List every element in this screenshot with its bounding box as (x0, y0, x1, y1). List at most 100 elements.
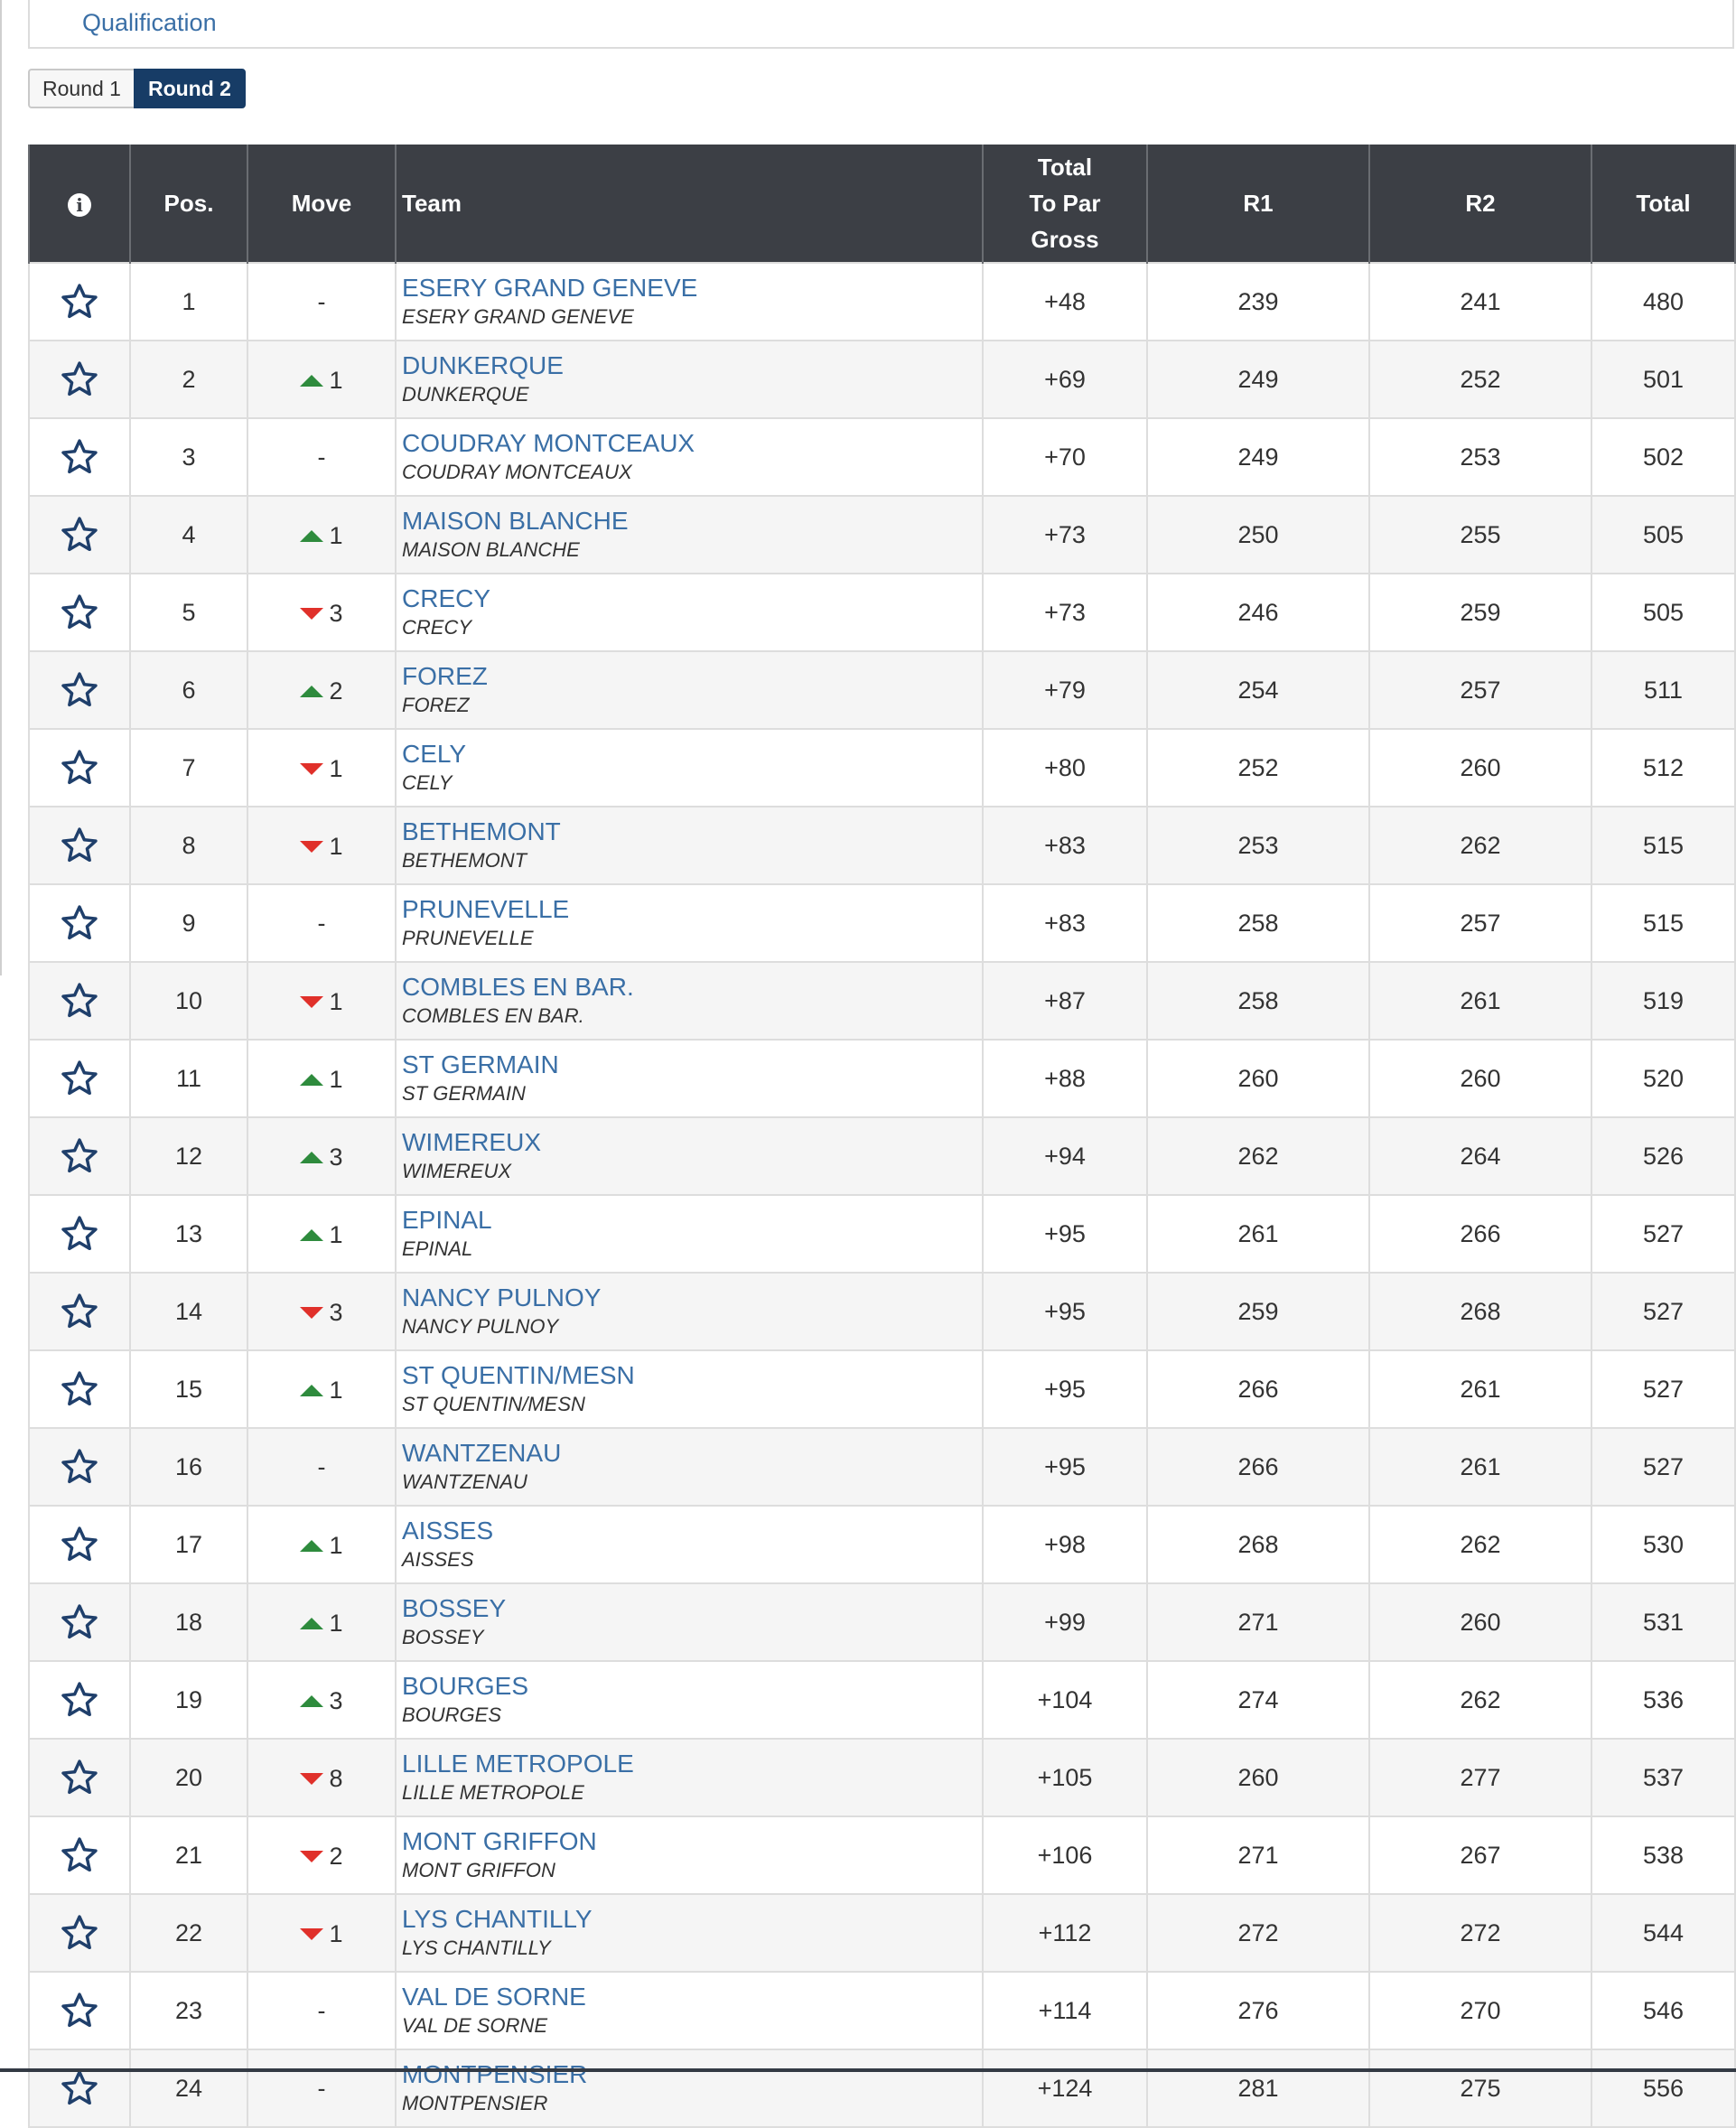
star-icon[interactable] (30, 748, 129, 788)
header-pos[interactable]: Pos. (129, 145, 248, 263)
table-row[interactable]: 16- WANTZENAU WANTZENAU +95 266 261 527 (28, 1427, 1736, 1507)
star-icon[interactable] (30, 1913, 129, 1953)
team-name-link[interactable]: COUDRAY MONTCEAUX (402, 427, 982, 460)
team-name-link[interactable]: WANTZENAU (402, 1437, 982, 1470)
team-name-link[interactable]: PRUNEVELLE (402, 893, 982, 926)
star-icon[interactable] (30, 1447, 129, 1487)
star-icon[interactable] (30, 1835, 129, 1875)
move-value: - (317, 1452, 326, 1480)
star-icon[interactable] (30, 1758, 129, 1797)
total-cell: 527 (1591, 1194, 1736, 1274)
table-row[interactable]: 4 1 MAISON BLANCHE MAISON BLANCHE +73 250 255 5… (28, 495, 1736, 574)
star-icon[interactable] (30, 981, 129, 1021)
star-icon[interactable] (30, 826, 129, 865)
team-name-link[interactable]: MONTPENSIER (402, 2058, 982, 2091)
qualification-link[interactable]: Qualification (82, 9, 217, 37)
star-icon[interactable] (30, 903, 129, 943)
team-name-link[interactable]: BOURGES (402, 1670, 982, 1703)
team-name-link[interactable]: MONT GRIFFON (402, 1825, 982, 1858)
team-name-link[interactable]: CRECY (402, 583, 982, 615)
team-name-link[interactable]: AISSES (402, 1515, 982, 1547)
star-icon[interactable] (30, 437, 129, 477)
table-row[interactable]: 3- COUDRAY MONTCEAUX COUDRAY MONTCEAUX +70 2… (28, 417, 1736, 497)
header-total[interactable]: Total (1591, 145, 1736, 263)
favorite-cell (28, 1427, 131, 1507)
table-row[interactable]: 11 1 ST GERMAIN ST GERMAIN +88 260 260 520 (28, 1039, 1736, 1118)
team-cell: AISSES AISSES (395, 1505, 984, 1584)
r1-cell: 260 (1146, 1039, 1370, 1118)
tab-round-1[interactable]: Round 1 (28, 69, 134, 108)
team-name-link[interactable]: NANCY PULNOY (402, 1282, 982, 1314)
info-header[interactable]: i (28, 145, 131, 263)
table-row[interactable]: 8 1 BETHEMONT BETHEMONT +83 253 262 515 (28, 806, 1736, 885)
team-name-link[interactable]: LILLE METROPOLE (402, 1748, 982, 1780)
team-cell: NANCY PULNOY NANCY PULNOY (395, 1272, 984, 1351)
star-icon[interactable] (30, 1991, 129, 2030)
team-name-link[interactable]: DUNKERQUE (402, 350, 982, 382)
header-team[interactable]: Team (395, 145, 984, 263)
table-row[interactable]: 1- ESERY GRAND GENEVE ESERY GRAND GENEVE +4… (28, 262, 1736, 341)
move-value: 3 (329, 1298, 343, 1326)
star-icon[interactable] (30, 515, 129, 555)
table-row[interactable]: 6 2 FOREZ FOREZ +79 254 257 511 (28, 650, 1736, 730)
team-name-link[interactable]: BETHEMONT (402, 816, 982, 848)
star-icon[interactable] (30, 359, 129, 399)
team-name-link[interactable]: MAISON BLANCHE (402, 505, 982, 537)
table-row[interactable]: 13 1 EPINAL EPINAL +95 261 266 527 (28, 1194, 1736, 1274)
star-icon[interactable] (30, 593, 129, 632)
table-row[interactable]: 21 2 MONT GRIFFON MONT GRIFFON +106 271 267 538 (28, 1815, 1736, 1895)
star-icon[interactable] (30, 1602, 129, 1642)
table-row[interactable]: 18 1 BOSSEY BOSSEY +99 271 260 531 (28, 1582, 1736, 1662)
move-cell: 1 (247, 1194, 397, 1274)
r1-cell: 271 (1146, 1815, 1370, 1895)
star-icon[interactable] (30, 1059, 129, 1098)
team-club: CRECY (402, 616, 472, 639)
star-icon[interactable] (30, 282, 129, 322)
header-r2[interactable]: R2 (1368, 145, 1592, 263)
table-row[interactable]: 23- VAL DE SORNE VAL DE SORNE +114 276 270 546 (28, 1971, 1736, 2050)
team-name-link[interactable]: ST GERMAIN (402, 1049, 982, 1081)
team-name-link[interactable]: VAL DE SORNE (402, 1981, 982, 2013)
table-row[interactable]: 10 1 COMBLES EN BAR. COMBLES EN BAR. +87 258 2… (28, 961, 1736, 1041)
table-row[interactable]: 7 1 CELY CELY +80 252 260 512 (28, 728, 1736, 807)
table-row[interactable]: 22 1 LYS CHANTILLY LYS CHANTILLY +112 272 272 5… (28, 1893, 1736, 1973)
favorite-cell (28, 1738, 131, 1817)
favorite-cell (28, 2049, 131, 2128)
table-row[interactable]: 15 1 ST QUENTIN/MESN ST QUENTIN/MESN +95 266 2… (28, 1349, 1736, 1429)
star-icon[interactable] (30, 1680, 129, 1720)
table-row[interactable]: 19 3 BOURGES BOURGES +104 274 262 536 (28, 1660, 1736, 1740)
table-row[interactable]: 12 3 WIMEREUX WIMEREUX +94 262 264 526 (28, 1116, 1736, 1196)
star-icon[interactable] (30, 1369, 129, 1409)
favorite-cell (28, 1116, 131, 1196)
star-icon[interactable] (30, 670, 129, 710)
table-row[interactable]: 24- MONTPENSIER MONTPENSIER +124 281 275 556 (28, 2049, 1736, 2128)
team-name-link[interactable]: COMBLES EN BAR. (402, 971, 982, 1003)
tab-round-2[interactable]: Round 2 (133, 69, 246, 108)
star-icon[interactable] (30, 1525, 129, 1564)
table-row[interactable]: 2 1 DUNKERQUE DUNKERQUE +69 249 252 501 (28, 340, 1736, 419)
team-name-link[interactable]: ESERY GRAND GENEVE (402, 272, 982, 304)
star-icon[interactable] (30, 1136, 129, 1176)
info-icon[interactable]: i (68, 193, 91, 217)
team-name-link[interactable]: BOSSEY (402, 1592, 982, 1625)
star-icon[interactable] (30, 1214, 129, 1254)
team-name-link[interactable]: WIMEREUX (402, 1126, 982, 1159)
header-r1[interactable]: R1 (1146, 145, 1370, 263)
team-club: CELY (402, 771, 453, 794)
star-icon[interactable] (30, 2068, 129, 2108)
move-cell: - (247, 883, 397, 963)
table-row[interactable]: 17 1 AISSES AISSES +98 268 262 530 (28, 1505, 1736, 1584)
pos-cell: 16 (129, 1427, 248, 1507)
team-name-link[interactable]: FOREZ (402, 660, 982, 693)
header-total-to-par-gross[interactable]: Total To Par Gross (982, 145, 1148, 263)
table-row[interactable]: 5 3 CRECY CRECY +73 246 259 505 (28, 573, 1736, 652)
team-name-link[interactable]: CELY (402, 738, 982, 770)
table-row[interactable]: 14 3 NANCY PULNOY NANCY PULNOY +95 259 268 527 (28, 1272, 1736, 1351)
header-move[interactable]: Move (247, 145, 397, 263)
table-row[interactable]: 20 8 LILLE METROPOLE LILLE METROPOLE +105 260… (28, 1738, 1736, 1817)
team-name-link[interactable]: EPINAL (402, 1204, 982, 1237)
table-row[interactable]: 9- PRUNEVELLE PRUNEVELLE +83 258 257 515 (28, 883, 1736, 963)
team-name-link[interactable]: ST QUENTIN/MESN (402, 1359, 982, 1392)
star-icon[interactable] (30, 1292, 129, 1331)
team-name-link[interactable]: LYS CHANTILLY (402, 1903, 982, 1936)
